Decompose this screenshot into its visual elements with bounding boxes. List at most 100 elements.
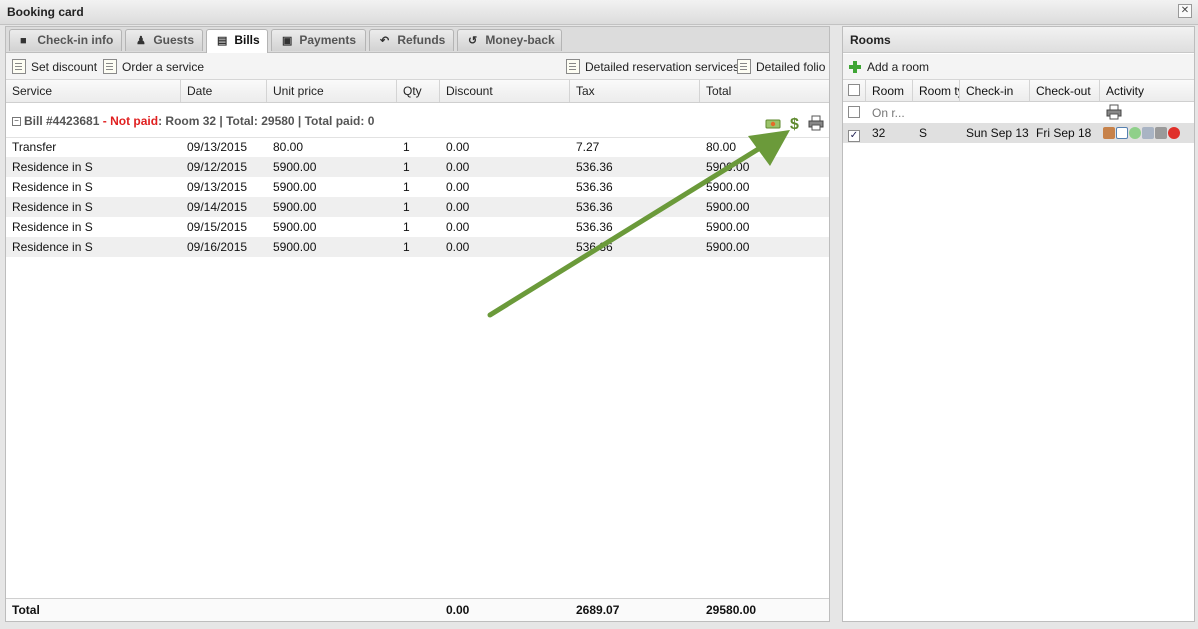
list-icon[interactable] (1116, 127, 1128, 139)
bill-group-header: − Bill #4423681 - Not paid: Room 32 | To… (6, 103, 829, 138)
tax-cell: 536.36 (576, 240, 613, 254)
column-header-qty[interactable]: Qty (397, 80, 440, 102)
column-header-unit-price[interactable]: Unit price (267, 80, 397, 102)
tab-bills[interactable]: ▤ Bills (206, 29, 268, 53)
room-cell: 32 (872, 126, 886, 140)
discount-cell: 0.00 (446, 140, 470, 154)
tax-cell: 7.27 (576, 140, 600, 154)
service-cell: Residence in S (12, 160, 93, 174)
tab-money-back[interactable]: ↺ Money-back (457, 29, 562, 51)
tab-label: Check-in info (37, 33, 114, 47)
tab-label: Payments (299, 33, 357, 47)
column-header-total[interactable]: Total (700, 80, 829, 102)
footer-tax: 2689.07 (576, 603, 620, 617)
detailed-folio-button[interactable]: Detailed folio (737, 59, 825, 74)
date-cell: 09/15/2015 (187, 220, 248, 234)
check-out-cell: Fri Sep 18 (1036, 126, 1092, 140)
check-circle-icon[interactable] (1129, 127, 1141, 139)
total-cell: 5900.00 (706, 200, 750, 214)
svg-text:$: $ (790, 116, 799, 131)
tax-cell: 536.36 (576, 220, 613, 234)
tax-cell: 536.36 (576, 160, 613, 174)
edit-document-icon (737, 59, 751, 74)
add-room-button[interactable]: Add a room (849, 60, 929, 74)
undo-icon: ↶ (380, 35, 390, 47)
discount-cell: 0.00 (446, 240, 470, 254)
unit-price-cell: 5900.00 (273, 240, 317, 254)
table-row[interactable]: Residence in S 09/14/2015 5900.00 1 0.00… (6, 197, 829, 217)
dollar-icon[interactable]: $ (787, 115, 803, 131)
discount-cell: 0.00 (446, 160, 470, 174)
column-header-room[interactable]: Room (866, 80, 913, 102)
collapse-toggle-icon[interactable]: − (12, 117, 21, 126)
exit-door-icon[interactable] (1155, 127, 1167, 139)
button-label: Detailed reservation services (585, 60, 740, 74)
select-all-header (843, 80, 866, 102)
room-cell: On r... (872, 106, 905, 120)
column-header-check-out[interactable]: Check-out (1030, 80, 1100, 102)
date-cell: 09/12/2015 (187, 160, 248, 174)
column-header-tax[interactable]: Tax (570, 80, 700, 102)
table-row[interactable]: Residence in S 09/16/2015 5900.00 1 0.00… (6, 237, 829, 257)
unit-price-cell: 5900.00 (273, 200, 317, 214)
edit-document-icon (12, 59, 26, 74)
column-header-check-in[interactable]: Check-in (960, 80, 1030, 102)
detailed-reservation-services-button[interactable]: Detailed reservation services (566, 59, 739, 74)
date-cell: 09/13/2015 (187, 140, 248, 154)
total-cell: 5900.00 (706, 240, 750, 254)
user-icon[interactable] (1142, 127, 1154, 139)
unit-price-cell: 5900.00 (273, 160, 317, 174)
service-cell: Residence in S (12, 240, 93, 254)
button-label: Set discount (31, 60, 98, 74)
table-row[interactable]: Transfer 09/13/2015 80.00 1 0.00 7.27 80… (6, 137, 829, 157)
total-cell: 5900.00 (706, 180, 750, 194)
qty-cell: 1 (403, 200, 410, 214)
room-type-cell: S (919, 126, 928, 140)
tab-payments[interactable]: ▣ Payments (271, 29, 366, 51)
plus-icon (849, 61, 861, 73)
set-discount-button[interactable]: Set discount (12, 59, 97, 74)
rooms-panel: Rooms Add a room Room Room ty Check-in C… (842, 26, 1195, 622)
tab-refunds[interactable]: ↶ Refunds (369, 29, 454, 51)
tab-bar: ■ Check-in info ♟ Guests ▤ Bills ▣ Payme… (6, 27, 829, 53)
activity-icons (1100, 123, 1181, 143)
money-pay-icon[interactable] (765, 115, 781, 131)
table-row[interactable]: Residence in S 09/12/2015 5900.00 1 0.00… (6, 157, 829, 177)
bill-details: : Room 32 | Total: 29580 | Total paid: 0 (158, 114, 375, 128)
footer-discount: 0.00 (446, 603, 470, 617)
close-icon[interactable]: ✕ (1178, 4, 1192, 18)
table-row[interactable]: Residence in S 09/13/2015 5900.00 1 0.00… (6, 177, 829, 197)
tab-label: Guests (153, 33, 195, 47)
tab-guests[interactable]: ♟ Guests (125, 29, 203, 51)
tab-label: Refunds (397, 33, 446, 47)
column-header-room-type[interactable]: Room ty (913, 80, 960, 102)
printer-icon[interactable] (1106, 104, 1122, 120)
qty-cell: 1 (403, 140, 410, 154)
bills-toolbar: Set discount Order a service Detailed re… (6, 53, 829, 80)
table-row[interactable]: Residence in S 09/15/2015 5900.00 1 0.00… (6, 217, 829, 237)
row-checkbox-checked[interactable]: ✓ (848, 130, 860, 142)
column-header-activity[interactable]: Activity (1100, 80, 1194, 102)
document-icon: ▤ (217, 35, 228, 47)
room-row[interactable]: ✓ 32 S Sun Sep 13 Fri Sep 18 (843, 123, 1194, 143)
printer-icon[interactable] (808, 115, 824, 131)
tab-check-in-info[interactable]: ■ Check-in info (9, 29, 122, 51)
bill-status: Not paid (110, 114, 159, 128)
select-all-checkbox[interactable] (848, 84, 860, 96)
column-header-date[interactable]: Date (181, 80, 267, 102)
order-service-button[interactable]: Order a service (103, 59, 204, 74)
column-header-service[interactable]: Service (6, 80, 181, 102)
button-label: Add a room (867, 60, 930, 74)
row-checkbox[interactable] (848, 106, 860, 118)
qty-cell: 1 (403, 180, 410, 194)
room-row[interactable]: On r... (843, 103, 1194, 123)
unit-price-cell: 5900.00 (273, 220, 317, 234)
discount-cell: 0.00 (446, 220, 470, 234)
total-cell: 80.00 (706, 140, 737, 154)
column-header-discount[interactable]: Discount (440, 80, 570, 102)
tab-label: Bills (234, 33, 260, 47)
bills-grid-header: Service Date Unit price Qty Discount Tax… (6, 80, 829, 103)
date-cell: 09/14/2015 (187, 200, 248, 214)
cancel-icon[interactable] (1168, 127, 1180, 139)
guest-icon[interactable] (1103, 127, 1115, 139)
